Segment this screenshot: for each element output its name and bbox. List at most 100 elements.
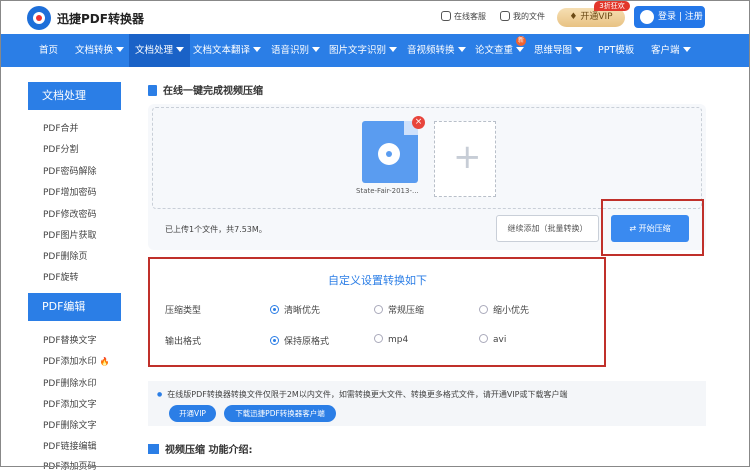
my-files-label: 我的文件 — [513, 12, 545, 21]
sidebar-item-pdf-merge[interactable]: PDF合并 — [43, 121, 79, 134]
video-file-icon — [362, 121, 418, 183]
uploaded-file-name: State-Fair-2013-... — [356, 187, 419, 195]
plus-icon: + — [453, 137, 482, 177]
remove-file-button[interactable]: × — [412, 116, 425, 129]
section-title: 在线一键完成视频压缩 — [148, 82, 263, 97]
sidebar-item-pdf-add-page-number[interactable]: PDF添加页码 — [43, 459, 97, 472]
vip-promo-badge: 3折狂欢 — [594, 1, 630, 11]
sidebar-item-pdf-add-watermark[interactable]: PDF添加水印 🔥 — [43, 354, 110, 367]
sidebar-item-pdf-unlock[interactable]: PDF密码解除 — [43, 164, 97, 177]
sidebar-item-pdf-delete-page[interactable]: PDF删除页 — [43, 249, 88, 262]
nav-av-convert[interactable]: 音视频转换 — [407, 34, 466, 67]
nav-av-convert-label: 音视频转换 — [407, 45, 455, 56]
drop-zone[interactable] — [152, 107, 702, 209]
compress-type-label: 压缩类型 — [165, 306, 202, 316]
intro-title-label: 视频压缩 功能介绍: — [165, 445, 253, 456]
user-avatar-icon — [640, 10, 654, 24]
radio-checked-icon — [270, 336, 279, 345]
chevron-down-icon — [389, 47, 398, 52]
nav-client[interactable]: 客户端 — [651, 34, 691, 67]
sidebar-item-pdf-replace-text[interactable]: PDF替换文字 — [43, 333, 97, 346]
nav-speech[interactable]: 语音识别 — [271, 34, 321, 67]
sidebar-item-pdf-rotate[interactable]: PDF旋转 — [43, 270, 79, 283]
options-title: 自定义设置转换如下 — [328, 274, 427, 287]
new-badge: 新 — [516, 36, 526, 46]
sidebar-item-pdf-image-extract[interactable]: PDF图片获取 — [43, 228, 97, 241]
nav-mindmap-label: 思维导图 — [534, 45, 573, 56]
radio-label: 保持原格式 — [284, 337, 330, 347]
login-register-button[interactable]: 登录 | 注册 — [634, 6, 705, 28]
nav-speech-label: 语音识别 — [271, 45, 310, 56]
output-format-label: 输出格式 — [165, 337, 202, 347]
radio-label: 清晰优先 — [284, 306, 321, 316]
nav-ppt-label: PPT模板 — [598, 45, 635, 56]
headset-icon — [441, 11, 451, 21]
main-nav: 首页 文档转换 文档处理 文档文本翻译 语音识别 图片文字识别 音视频转换 论文… — [0, 34, 750, 67]
radio-unchecked-icon — [479, 305, 488, 314]
radio-checked-icon — [270, 305, 279, 314]
highlight-box-start — [601, 199, 704, 256]
chevron-down-icon — [253, 47, 262, 52]
radio-mp4[interactable]: mp4 — [374, 334, 408, 345]
notice-vip-button[interactable]: 开通VIP — [169, 405, 216, 422]
nav-home-label: 首页 — [39, 45, 59, 56]
nav-ppt[interactable]: PPT模板 — [598, 34, 634, 67]
radio-normal-compress[interactable]: 常规压缩 — [374, 303, 424, 316]
sidebar-item-pdf-change-password[interactable]: PDF修改密码 — [43, 207, 97, 220]
nav-doc-process[interactable]: 文档处理 — [129, 34, 191, 67]
document-icon — [148, 85, 157, 96]
sidebar-group-pdf-edit: PDF编辑 — [28, 293, 121, 321]
nav-ocr[interactable]: 图片文字识别 — [329, 34, 398, 67]
continue-add-button[interactable]: 继续添加（批量转换） — [496, 215, 599, 242]
chevron-down-icon — [682, 47, 691, 52]
nav-mindmap[interactable]: 思维导图 — [534, 34, 584, 67]
nav-plagiarism-label: 论文查重 — [475, 45, 514, 56]
sidebar-item-pdf-delete-text[interactable]: PDF删除文字 — [43, 418, 97, 431]
chevron-down-icon — [116, 47, 125, 52]
login-register-label: 登录 | 注册 — [658, 12, 703, 22]
radio-clarity-first[interactable]: 清晰优先 — [270, 303, 320, 316]
radio-avi[interactable]: avi — [479, 334, 506, 345]
chevron-down-icon — [516, 47, 525, 52]
sidebar-item-label: PDF添加水印 — [43, 357, 97, 367]
upload-summary: 已上传1个文件，共7.53M。 — [165, 225, 267, 234]
top-header: 迅捷PDF转换器 在线客服 我的文件 ♦ 开通VIP 3折狂欢 登录 | 注册 — [0, 0, 750, 34]
nav-translate[interactable]: 文档文本翻译 — [193, 34, 262, 67]
diamond-icon: ♦ — [569, 12, 581, 22]
chevron-down-icon — [457, 47, 466, 52]
chevron-down-icon — [312, 47, 321, 52]
my-files-link[interactable]: 我的文件 — [500, 11, 545, 22]
fire-icon: 🔥 — [99, 357, 110, 366]
vip-button-label: 开通VIP — [580, 12, 613, 22]
radio-keep-format[interactable]: 保持原格式 — [270, 334, 329, 347]
notice-text: 在线版PDF转换器转换文件仅限于2M以内文件，如需转换更大文件、转换更多格式文件… — [157, 389, 567, 400]
app-logo[interactable] — [27, 6, 51, 30]
sidebar-item-pdf-link-edit[interactable]: PDF链接编辑 — [43, 439, 97, 452]
sidebar-item-pdf-split[interactable]: PDF分割 — [43, 142, 79, 155]
nav-client-label: 客户端 — [651, 45, 680, 56]
brand-name[interactable]: 迅捷PDF转换器 — [57, 10, 144, 27]
radio-label: mp4 — [388, 335, 409, 345]
sidebar-item-pdf-remove-watermark[interactable]: PDF删除水印 — [43, 376, 97, 389]
sidebar-item-pdf-add-text[interactable]: PDF添加文字 — [43, 397, 97, 410]
nav-home[interactable]: 首页 — [39, 34, 58, 67]
radio-unchecked-icon — [479, 334, 488, 343]
radio-size-first[interactable]: 缩小优先 — [479, 303, 529, 316]
nav-doc-convert[interactable]: 文档转换 — [75, 34, 125, 67]
sidebar-item-pdf-add-password[interactable]: PDF增加密码 — [43, 185, 97, 198]
section-title-label: 在线一键完成视频压缩 — [163, 86, 263, 97]
chevron-down-icon — [176, 47, 185, 52]
radio-label: 常规压缩 — [388, 306, 425, 316]
customer-service-link[interactable]: 在线客服 — [441, 11, 486, 22]
file-icon — [500, 11, 510, 21]
film-reel-icon — [378, 143, 400, 165]
intro-icon — [148, 444, 159, 454]
radio-label: avi — [493, 335, 507, 345]
sidebar-group-doc-process: 文档处理 — [28, 82, 121, 110]
radio-label: 缩小优先 — [493, 306, 530, 316]
intro-title: 视频压缩 功能介绍: — [148, 441, 252, 456]
notice-download-button[interactable]: 下载迅捷PDF转换器客户端 — [224, 405, 336, 422]
nav-translate-label: 文档文本翻译 — [193, 45, 251, 56]
add-file-button[interactable]: + — [434, 121, 496, 197]
nav-doc-process-label: 文档处理 — [135, 45, 174, 56]
